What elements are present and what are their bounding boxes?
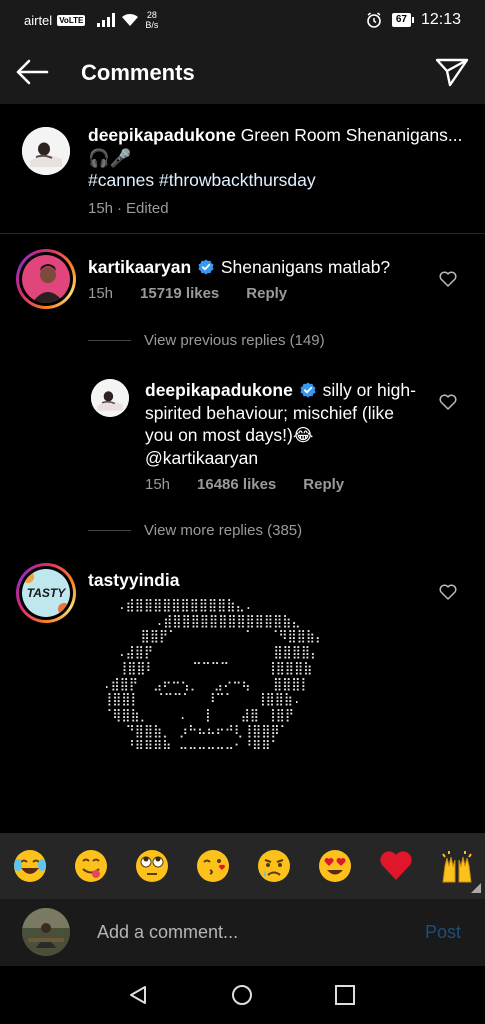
back-arrow-icon[interactable] bbox=[14, 58, 50, 86]
ascii-art-comment: .⣾⣿⣿⣿⣿⣿⣿⣿⣿⣿⣿⣷⣄. .⣾⣿⣿⣿⣿⣿⣿⣿⣿⣿⣿⣿⣿⣷⣄ ⣿⣿⡟⠁ ⠁ … bbox=[103, 597, 325, 754]
divider-line bbox=[88, 530, 131, 531]
battery-indicator: 67 bbox=[391, 13, 415, 27]
comment-time: 15h bbox=[145, 476, 171, 493]
alarm-icon bbox=[367, 12, 381, 28]
nav-home-icon[interactable] bbox=[231, 984, 253, 1006]
like-heart-icon[interactable] bbox=[439, 584, 457, 600]
carrier-name: airtel bbox=[24, 12, 53, 28]
view-previous-replies[interactable]: View previous replies (149) bbox=[88, 332, 325, 349]
verified-badge-icon bbox=[300, 382, 316, 398]
comment-text: kartikaaryan Shenanigans matlab? bbox=[88, 256, 433, 279]
avatar[interactable] bbox=[16, 249, 76, 309]
face-with-rolling-eyes-icon[interactable] bbox=[134, 848, 170, 884]
face-blowing-kiss-icon[interactable] bbox=[195, 848, 231, 884]
comment-input[interactable] bbox=[97, 919, 397, 945]
like-heart-icon[interactable] bbox=[439, 394, 457, 410]
clock: 12:13 bbox=[420, 11, 461, 28]
comments-screen: airtel VoLTE 28 B/s 67 12:13 Comments de… bbox=[0, 0, 485, 1024]
like-heart-icon[interactable] bbox=[439, 271, 457, 287]
expand-corner-icon bbox=[471, 883, 481, 893]
emoji-quick-reactions bbox=[0, 833, 485, 899]
wifi-icon bbox=[122, 13, 139, 26]
comment-time: 15h bbox=[88, 285, 114, 302]
data-speed-unit: B/s bbox=[145, 20, 159, 30]
svg-text:TASTY: TASTY bbox=[27, 586, 66, 600]
raising-hands-icon[interactable] bbox=[439, 848, 475, 884]
comment-meta: 15h 15719 likes Reply bbox=[88, 285, 287, 302]
crying-face-icon[interactable] bbox=[256, 848, 292, 884]
caption-time: 15h bbox=[88, 200, 114, 217]
signal-icon bbox=[97, 13, 116, 27]
divider-line bbox=[88, 340, 131, 341]
profile-photo-icon bbox=[91, 379, 129, 417]
top-app-bar: Comments bbox=[0, 40, 485, 104]
view-previous-label: View previous replies (149) bbox=[144, 332, 325, 349]
caption-text: deepikapadukone Green Room Shenanigans..… bbox=[88, 124, 468, 192]
caption-edited: Edited bbox=[126, 200, 169, 217]
comment-text: tastyyindia bbox=[88, 569, 179, 592]
comment-username[interactable]: tastyyindia bbox=[88, 570, 179, 590]
view-more-label: View more replies (385) bbox=[144, 522, 303, 539]
avatar bbox=[22, 908, 70, 956]
page-title: Comments bbox=[81, 60, 195, 85]
face-savoring-food-icon[interactable] bbox=[73, 848, 109, 884]
data-speed-value: 28 bbox=[146, 10, 157, 20]
comment-likes[interactable]: 15719 likes bbox=[140, 285, 219, 302]
system-navigation-bar bbox=[0, 966, 485, 1024]
volte-badge: VoLTE bbox=[57, 14, 86, 26]
face-with-tears-of-joy-icon[interactable] bbox=[12, 848, 48, 884]
avatar[interactable]: TASTY bbox=[16, 563, 76, 623]
nav-back-icon[interactable] bbox=[127, 984, 149, 1006]
caption-username[interactable]: deepikapadukone bbox=[88, 125, 236, 145]
profile-photo-icon bbox=[22, 908, 70, 956]
status-bar: airtel VoLTE 28 B/s 67 12:13 bbox=[0, 0, 485, 40]
profile-photo-icon bbox=[22, 255, 70, 303]
comment-username[interactable]: deepikapadukone bbox=[145, 380, 293, 400]
data-speed: 28 B/s bbox=[145, 10, 158, 30]
red-heart-icon[interactable] bbox=[378, 848, 414, 884]
comment-meta: 15h 16486 likes Reply bbox=[145, 476, 344, 493]
reply-button[interactable]: Reply bbox=[246, 285, 287, 302]
comment-username[interactable]: kartikaaryan bbox=[88, 257, 191, 277]
caption-hashtags[interactable]: #cannes #throwbackthursday bbox=[88, 170, 316, 190]
tasty-logo-icon: TASTY bbox=[22, 569, 70, 617]
meta-separator: · bbox=[117, 200, 123, 217]
post-button[interactable]: Post bbox=[425, 922, 461, 943]
comment-likes[interactable]: 16486 likes bbox=[197, 476, 276, 493]
caption-meta: 15h · Edited bbox=[88, 200, 169, 217]
post-caption: deepikapadukone Green Room Shenanigans..… bbox=[0, 104, 485, 234]
verified-badge-icon bbox=[198, 259, 214, 275]
comment-body: Shenanigans matlab? bbox=[216, 257, 391, 277]
comment-text: deepikapadukone silly or high-spirited b… bbox=[145, 379, 425, 469]
nav-recents-icon[interactable] bbox=[334, 984, 356, 1006]
reply-button[interactable]: Reply bbox=[303, 476, 344, 493]
comment-composer: Post bbox=[0, 899, 485, 966]
direct-send-icon[interactable] bbox=[434, 56, 470, 88]
view-more-replies[interactable]: View more replies (385) bbox=[88, 522, 302, 539]
heart-eyes-icon[interactable] bbox=[317, 848, 353, 884]
avatar[interactable] bbox=[91, 379, 129, 417]
profile-photo-icon bbox=[22, 127, 70, 175]
avatar[interactable] bbox=[22, 127, 70, 175]
